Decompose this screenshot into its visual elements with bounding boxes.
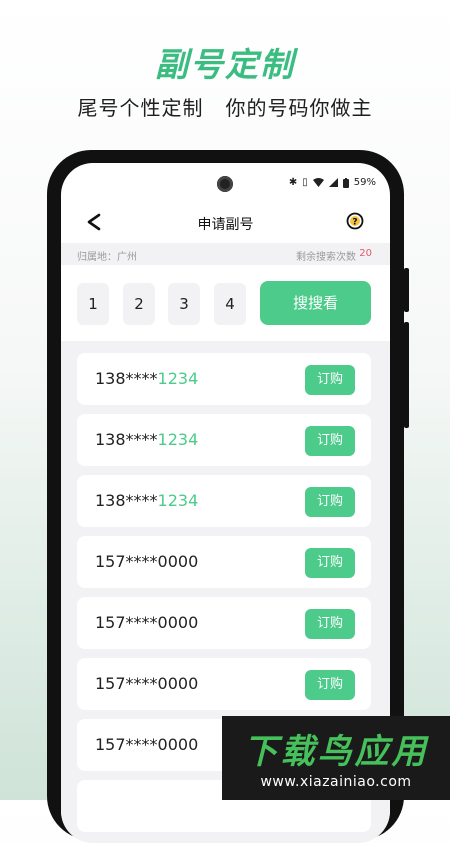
bluetooth-icon: ✱ — [288, 177, 298, 188]
phone-number: 157****0000 — [95, 674, 199, 693]
watermark-url: www.xiazainiao.com — [260, 774, 412, 790]
order-button[interactable]: 订购 — [305, 365, 355, 395]
nav-bar: 申请副号 ? — [61, 209, 390, 239]
location-label: 归属地：广州 — [77, 252, 137, 263]
vibrate-icon: ▯ — [302, 177, 308, 188]
list-item: 138****1234 订购 — [77, 353, 371, 405]
list-item: 157****0000 订购 — [77, 597, 371, 649]
order-button[interactable]: 订购 — [305, 670, 355, 700]
digit-input-2[interactable]: 2 — [123, 283, 155, 325]
digit-input-1[interactable]: 1 — [77, 283, 109, 325]
wifi-icon — [312, 178, 324, 187]
remaining-label: 剩余搜索次数 — [296, 252, 356, 263]
watermark-title: 下载鸟应用 — [243, 732, 429, 772]
digit-input-3[interactable]: 3 — [168, 283, 200, 325]
info-bar: 归属地：广州 剩余搜索次数 20 — [61, 243, 390, 265]
order-button[interactable]: 订购 — [305, 609, 355, 639]
battery-level: 59% — [353, 177, 376, 188]
order-button[interactable]: 订购 — [305, 426, 355, 456]
svg-text:?: ? — [352, 217, 357, 227]
list-item: 157****0000 订购 — [77, 536, 371, 588]
help-circle-icon[interactable]: ? — [346, 212, 364, 230]
phone-number: 138****1234 — [95, 491, 199, 510]
order-button[interactable]: 订购 — [305, 548, 355, 578]
phone-number: 138****1234 — [95, 369, 199, 388]
phone-number: 157****0000 — [95, 613, 199, 632]
phone-number: 157****0000 — [95, 735, 199, 754]
remaining-count: 20 — [359, 248, 372, 259]
phone-side-button — [404, 268, 409, 312]
list-item: 157****0000 订购 — [77, 658, 371, 710]
promo-title: 副号定制 — [155, 45, 295, 84]
promo-subtitle: 尾号个性定制 你的号码你做主 — [77, 96, 373, 120]
phone-number: 157****0000 — [95, 552, 199, 571]
battery-icon — [342, 177, 349, 188]
phone-number: 138****1234 — [95, 430, 199, 449]
signal-icon — [328, 178, 338, 187]
list-item: 138****1234 订购 — [77, 414, 371, 466]
phone-side-button — [404, 322, 409, 428]
camera-icon — [217, 176, 233, 192]
list-item: 138****1234 订购 — [77, 475, 371, 527]
page-title: 申请副号 — [197, 217, 254, 233]
digit-input-4[interactable]: 4 — [214, 283, 246, 325]
status-bar: ✱ ▯ 59% — [289, 177, 376, 188]
search-button[interactable]: 搜搜看 — [260, 281, 371, 325]
watermark-logo: 下载鸟应用 www.xiazainiao.com — [222, 716, 450, 800]
order-button[interactable]: 订购 — [305, 487, 355, 517]
